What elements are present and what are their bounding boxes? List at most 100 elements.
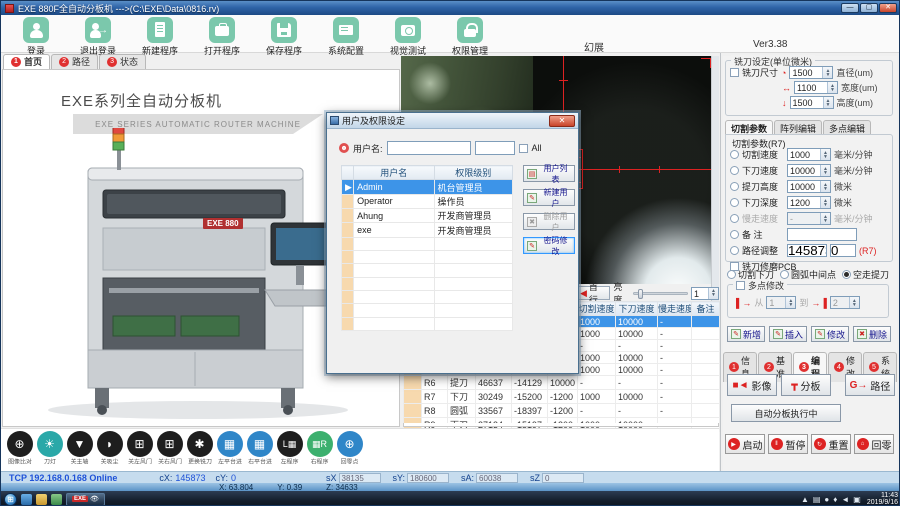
taskbar-clock[interactable]: 11:43 2019/9/16 <box>867 492 898 506</box>
machine-button-关吸尘[interactable]: ◗关吸尘 <box>95 431 124 471</box>
param-radio[interactable] <box>730 230 739 239</box>
control-button-暂停[interactable]: ‖暂停 <box>768 434 808 454</box>
action-button-路径[interactable]: G→路径 <box>845 374 895 396</box>
tray-icon[interactable]: ● <box>824 495 829 504</box>
mode-radio-空走提刀[interactable]: 空走提刀 <box>842 268 889 281</box>
radio-icon[interactable] <box>842 270 851 279</box>
param-radio[interactable] <box>730 198 739 207</box>
param-radio[interactable] <box>730 166 739 175</box>
table-row[interactable]: R8圆弧33567-18397-1200--- <box>404 404 720 418</box>
close-button[interactable]: ✕ <box>879 3 897 13</box>
user-row[interactable]: Ahung开发商管理员 <box>342 209 513 223</box>
control-button-启动[interactable]: ▶启动 <box>725 434 765 454</box>
path-adjust-value1[interactable] <box>787 244 827 257</box>
param-radio[interactable] <box>730 214 739 223</box>
to-stepper[interactable]: 2▲▼ <box>830 296 860 309</box>
control-button-回零[interactable]: ⌂回零 <box>854 434 894 454</box>
dialog-button-用户列表[interactable]: ▤用户列表 <box>523 165 575 182</box>
edit-button-删除[interactable]: ✖删除 <box>853 326 891 342</box>
edit-button-插入[interactable]: ✎插入 <box>769 326 807 342</box>
spinner-arrows-icon[interactable]: ▲▼ <box>820 149 830 160</box>
machine-button-左平台进[interactable]: ▦左平台进 <box>215 431 244 471</box>
machine-button-图像比对[interactable]: ⊕图像比对 <box>5 431 34 471</box>
machine-button-右平台进[interactable]: ▦右平台进 <box>245 431 274 471</box>
tab-状态[interactable]: 3状态 <box>99 54 146 69</box>
username-input[interactable] <box>387 141 471 155</box>
cutter-value-stepper[interactable]: 1500▲▼ <box>790 96 834 109</box>
user-table[interactable]: 用户名权限级别▶Admin机台管理员Operator操作员Ahung开发商管理员… <box>341 165 513 331</box>
toolbar-button-camera[interactable]: 视觉测试 <box>385 17 431 57</box>
radio-icon[interactable] <box>780 270 789 279</box>
all-checkbox[interactable] <box>519 144 528 153</box>
machine-button-关主轴[interactable]: ▼关主轴 <box>65 431 94 471</box>
toolbar-button-lock[interactable]: 权限管理 <box>447 17 493 57</box>
toolbar-button-briefcase[interactable]: 打开程序 <box>199 17 245 57</box>
brightness-value-stepper[interactable]: 1 ▲▼ <box>691 287 719 300</box>
spinner-arrows-icon[interactable]: ▲▼ <box>820 181 830 192</box>
taskbar-icon[interactable] <box>51 494 62 505</box>
param-radio[interactable] <box>730 150 739 159</box>
spinner-arrows-icon[interactable]: ▲▼ <box>823 97 833 108</box>
spinner-arrows-icon[interactable]: ▲▼ <box>820 197 830 208</box>
table-row[interactable]: R7下刀30249-15200-1200100010000- <box>404 390 720 404</box>
cutter-value-stepper[interactable]: 1100▲▼ <box>794 81 838 94</box>
from-stepper[interactable]: 1▲▼ <box>766 296 796 309</box>
checkbox-icon[interactable] <box>736 281 745 290</box>
tray-icon[interactable]: ♦ <box>833 495 837 504</box>
maximize-button[interactable]: ▢ <box>860 3 878 13</box>
toolbar-button-new-doc[interactable]: 新建程序 <box>137 17 183 57</box>
toolbar-button-person-out[interactable]: 退出登录 <box>75 17 121 57</box>
param-value-stepper[interactable]: 1000▲▼ <box>787 148 831 161</box>
tab-首页[interactable]: 1首页 <box>3 54 50 69</box>
machine-button-右程序[interactable]: ▦R右程序 <box>305 431 334 471</box>
machine-button-关右风门[interactable]: ⊞关右风门 <box>155 431 184 471</box>
machine-button-关左风门[interactable]: ⊞关左风门 <box>125 431 154 471</box>
slider-thumb[interactable] <box>638 289 643 299</box>
taskbar-icon[interactable] <box>36 494 47 505</box>
toolbar-button-floppy[interactable]: 保存程序 <box>261 17 307 57</box>
dialog-close-button[interactable]: ✕ <box>549 115 575 127</box>
multi-edit-checkbox[interactable]: 多点修改 <box>733 279 787 292</box>
param-value-stepper[interactable]: 1200▲▼ <box>787 196 831 209</box>
tray-icon[interactable]: ▲ <box>801 495 809 504</box>
minimize-button[interactable]: — <box>841 3 859 13</box>
tray-icon[interactable]: ▤ <box>813 495 821 504</box>
spinner-arrows-icon[interactable]: ▲▼ <box>827 82 837 93</box>
machine-button-回零点[interactable]: ⊕回零点 <box>335 431 364 471</box>
filter-input[interactable] <box>475 141 515 155</box>
param-value-stepper[interactable]: 10000▲▼ <box>787 164 831 177</box>
user-row[interactable]: exe开发商管理员 <box>342 223 513 237</box>
tab-路径[interactable]: 2路径 <box>51 54 98 69</box>
brightness-slider[interactable] <box>633 292 688 295</box>
edit-button-新增[interactable]: ✎新增 <box>727 326 765 342</box>
spinner-arrows-icon[interactable]: ▲▼ <box>708 288 718 299</box>
taskbar-app-button[interactable]: EXE 👁 <box>66 493 105 506</box>
table-row[interactable]: R6提刀46637-1412910000--- <box>404 376 720 390</box>
spinner-arrows-icon[interactable]: ▲▼ <box>822 67 832 78</box>
param-radio[interactable] <box>730 182 739 191</box>
user-row[interactable]: Operator操作员 <box>342 194 513 208</box>
tray-icon[interactable]: ▣ <box>853 495 861 504</box>
machine-button-更换铣刀[interactable]: ✱更换铣刀 <box>185 431 214 471</box>
path-adjust-value2[interactable] <box>830 244 856 257</box>
param-value-stepper[interactable]: 10000▲▼ <box>787 180 831 193</box>
start-button[interactable]: ⊞ <box>4 493 17 506</box>
radio-icon[interactable] <box>727 270 736 279</box>
first-row-button[interactable]: ◀ 首行 <box>575 286 610 300</box>
toolbar-button-config[interactable]: 系统配置 <box>323 17 369 57</box>
auto-depanel-button[interactable]: 自动分板执行中 <box>731 404 841 422</box>
dialog-button-新建用户[interactable]: ✎新建用户 <box>523 189 575 206</box>
action-button-影像[interactable]: ■◄影像 <box>727 374 777 396</box>
cutter-size-checkbox[interactable] <box>730 68 739 77</box>
mode-radio-圆弧中间点[interactable]: 圆弧中间点 <box>780 268 836 281</box>
user-row[interactable]: ▶Admin机台管理员 <box>342 180 513 194</box>
machine-button-刀灯[interactable]: ☀刀灯 <box>35 431 64 471</box>
control-button-重置[interactable]: ↻重置 <box>811 434 851 454</box>
param-radio[interactable] <box>730 246 739 255</box>
cutter-value-stepper[interactable]: 1500▲▼ <box>789 66 833 79</box>
machine-button-左程序[interactable]: L▦左程序 <box>275 431 304 471</box>
edit-button-修改[interactable]: ✎修改 <box>811 326 849 342</box>
taskbar-icon[interactable] <box>21 494 32 505</box>
remark-input[interactable] <box>787 228 857 241</box>
spinner-arrows-icon[interactable]: ▲▼ <box>820 165 830 176</box>
